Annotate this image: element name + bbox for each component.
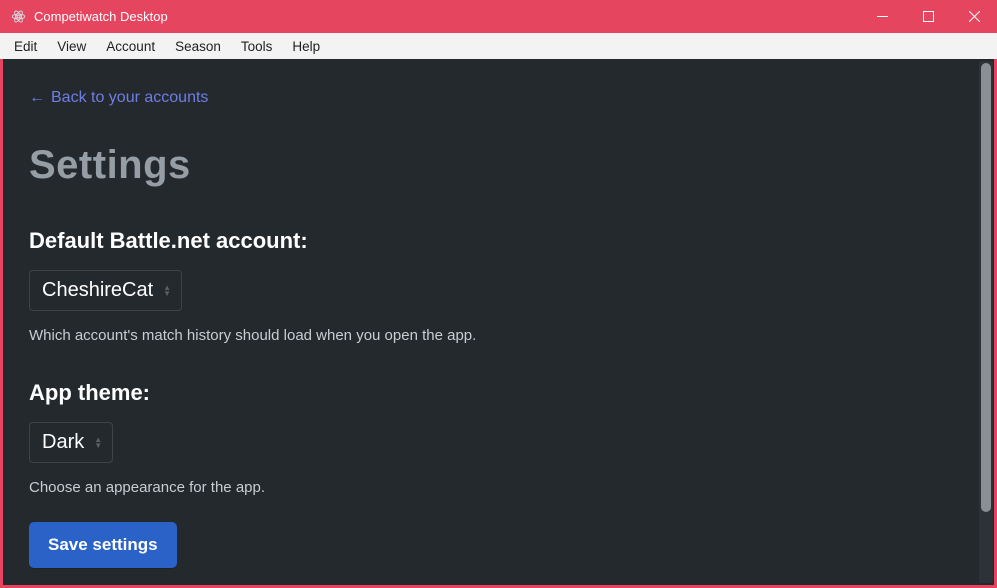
menu-season[interactable]: Season: [165, 36, 231, 57]
back-to-accounts-link[interactable]: ← Back to your accounts: [29, 89, 208, 107]
menu-edit[interactable]: Edit: [4, 36, 47, 57]
save-settings-button[interactable]: Save settings: [29, 522, 177, 568]
select-caret-icon: ▲▼: [94, 437, 102, 449]
default-account-select[interactable]: CheshireCat ▲▼: [29, 270, 182, 311]
menubar: Edit View Account Season Tools Help: [0, 33, 997, 59]
minimize-button[interactable]: [859, 0, 905, 33]
default-account-label: Default Battle.net account:: [29, 228, 954, 254]
scrollbar-thumb[interactable]: [981, 63, 991, 512]
menu-help[interactable]: Help: [282, 36, 330, 57]
vertical-scrollbar[interactable]: [979, 61, 993, 583]
titlebar: Competiwatch Desktop: [0, 0, 997, 33]
arrow-left-icon: ←: [29, 89, 45, 107]
default-account-helper: Which account's match history should loa…: [29, 327, 954, 344]
theme-value: Dark: [42, 431, 84, 454]
theme-select[interactable]: Dark ▲▼: [29, 422, 113, 463]
page-title: Settings: [29, 143, 954, 188]
menu-account[interactable]: Account: [96, 36, 165, 57]
select-caret-icon: ▲▼: [163, 285, 171, 297]
window-title: Competiwatch Desktop: [34, 9, 168, 24]
window-controls: [859, 0, 997, 33]
theme-helper: Choose an appearance for the app.: [29, 479, 954, 496]
menu-view[interactable]: View: [47, 36, 96, 57]
default-account-value: CheshireCat: [42, 279, 153, 302]
content-area: ← Back to your accounts Settings Default…: [3, 59, 994, 585]
app-icon: [10, 9, 26, 25]
maximize-button[interactable]: [905, 0, 951, 33]
menu-tools[interactable]: Tools: [231, 36, 283, 57]
theme-label: App theme:: [29, 380, 954, 406]
back-link-label: Back to your accounts: [51, 89, 208, 107]
close-button[interactable]: [951, 0, 997, 33]
